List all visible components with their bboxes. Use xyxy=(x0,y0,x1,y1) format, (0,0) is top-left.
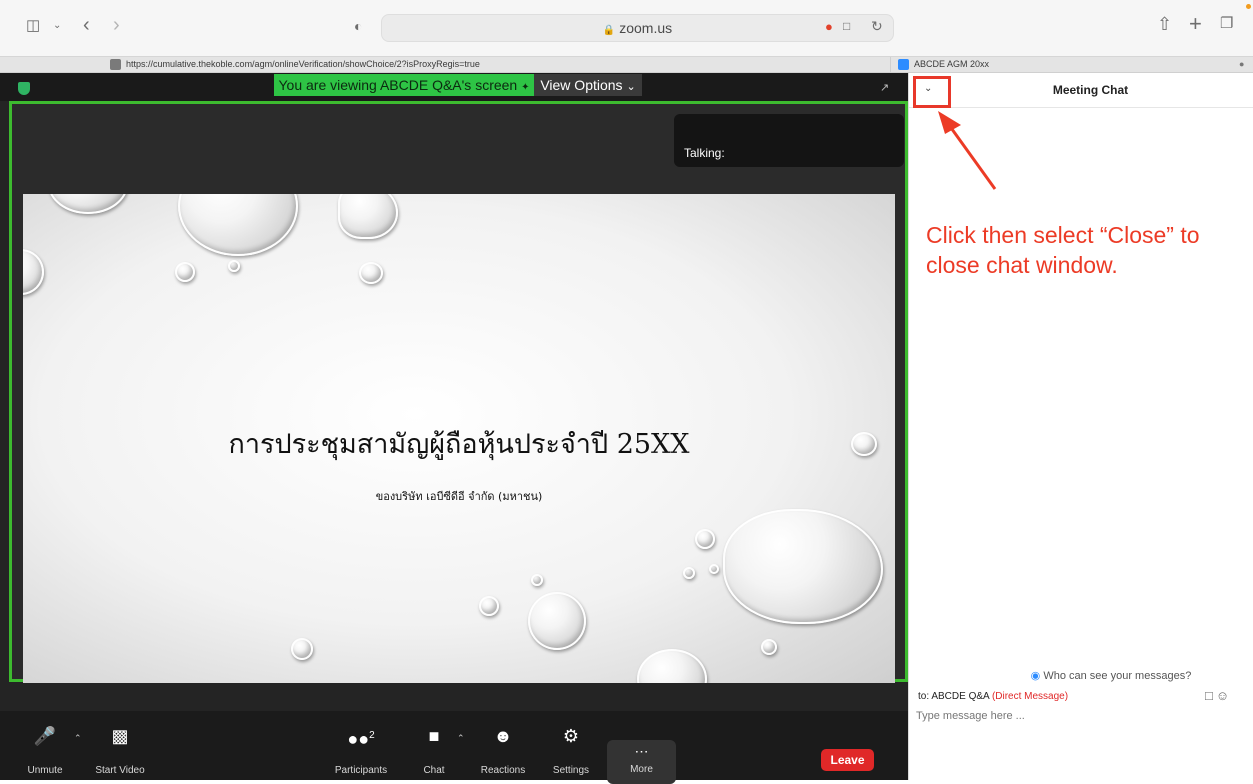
view-options-button[interactable]: View Options ⌄ xyxy=(534,74,642,96)
participants-icon: ●●2 xyxy=(347,729,375,749)
address-bar[interactable]: 🔒 zoom.us ● □ ↻ xyxy=(381,14,894,42)
participants-label: Participants xyxy=(334,765,388,776)
water-drop xyxy=(479,596,499,616)
water-drop xyxy=(528,592,586,650)
forward-icon[interactable]: › xyxy=(113,15,120,35)
share-banner-text: You are viewing ABCDE Q&A's screen xyxy=(278,77,518,93)
water-drop xyxy=(683,567,695,579)
settings-label: Settings xyxy=(552,765,590,776)
who-can-see-text: Who can see your messages? xyxy=(1043,670,1192,682)
water-drop xyxy=(175,262,195,282)
presentation-slide: การประชุมสามัญผู้ถือหุ้นประจำปี 25XX ของ… xyxy=(23,194,895,683)
tab-bar: https://cumulative.thekoble.com/agm/onli… xyxy=(0,56,1253,73)
water-drop xyxy=(291,638,313,660)
water-drop xyxy=(48,194,128,214)
view-options-label: View Options xyxy=(540,77,623,93)
who-can-see-link[interactable]: ◉ Who can see your messages? xyxy=(909,669,1253,682)
talking-label: Talking: xyxy=(684,146,725,160)
expand-icon[interactable]: ↗ xyxy=(880,81,889,94)
address-domain: 🔒 zoom.us xyxy=(382,20,893,36)
water-drop xyxy=(338,194,398,239)
shield-half-icon[interactable]: ◐ xyxy=(354,19,362,33)
pin-icon: ✦ xyxy=(521,82,530,93)
more-button[interactable]: ⋯ More xyxy=(607,740,676,784)
water-drop xyxy=(709,564,719,574)
sidebar-icon[interactable]: ◫ xyxy=(26,18,40,33)
water-drop xyxy=(531,574,543,586)
zoom-favicon xyxy=(898,59,909,70)
chat-options-caret[interactable]: ⌃ xyxy=(457,733,465,744)
audio-options-caret[interactable]: ⌃ xyxy=(74,733,82,744)
unmute-button[interactable]: 🎤 Unmute xyxy=(24,711,66,780)
slide-title: การประชุมสามัญผู้ถือหุ้นประจำปี 25XX xyxy=(228,429,690,460)
browser-toolbar: ◫ ⌄ ‹ › ◐ 🔒 zoom.us ● □ ↻ ⇧ + ❐ xyxy=(0,0,1253,56)
start-video-label: Start Video xyxy=(95,765,145,776)
more-dots-icon: ⋯ xyxy=(634,743,649,759)
participants-button[interactable]: ●●2 Participants xyxy=(330,711,392,780)
tab-left-url: https://cumulative.thekoble.com/agm/onli… xyxy=(126,59,480,69)
water-drop xyxy=(228,260,240,272)
talking-indicator: Talking: xyxy=(674,114,904,167)
water-drop xyxy=(723,509,883,624)
water-drop xyxy=(178,194,298,256)
recording-indicator xyxy=(1246,4,1251,9)
start-video-button[interactable]: ▩ Start Video xyxy=(92,711,148,780)
tab-favicon xyxy=(110,59,121,70)
file-icon[interactable]: □ xyxy=(1205,688,1216,703)
slide-subtitle: ของบริษัท เอบีซีดีอี จำกัด (มหาชน) xyxy=(375,490,543,503)
water-drop xyxy=(359,262,383,284)
tab-left[interactable]: https://cumulative.thekoble.com/agm/onli… xyxy=(0,57,891,73)
tabs-icon[interactable]: ❐ xyxy=(1220,16,1233,31)
reactions-icon: ☻ xyxy=(493,726,513,746)
lock-icon: 🔒 xyxy=(602,25,616,36)
tab-right-title[interactable]: ABCDE AGM 20xx xyxy=(914,59,989,69)
water-drop xyxy=(761,639,777,655)
meeting-top-strip: You are viewing ABCDE Q&A's screen ✦ Vie… xyxy=(0,73,908,101)
gear-icon: ⚙ xyxy=(562,726,580,746)
chat-button[interactable]: ■ Chat xyxy=(416,711,452,780)
reactions-label: Reactions xyxy=(480,765,526,776)
water-drop xyxy=(695,529,715,549)
tab-microphone-icon[interactable]: ● xyxy=(1239,59,1244,69)
participants-count: 2 xyxy=(369,730,375,741)
reload-icon[interactable]: ↻ xyxy=(871,19,883,33)
reactions-button[interactable]: ☻ Reactions xyxy=(478,711,528,780)
address-domain-text: zoom.us xyxy=(619,20,673,36)
shared-screen: Talking: การประชุมสามัญผู้ถือหุ้นประจำปี… xyxy=(9,101,908,683)
chat-label: Chat xyxy=(423,765,445,776)
chevron-down-icon[interactable]: ⌄ xyxy=(53,21,61,31)
share-icon[interactable]: ⇧ xyxy=(1157,15,1172,33)
unmute-label: Unmute xyxy=(27,765,63,776)
emoji-icon[interactable]: ☺ xyxy=(1216,688,1232,703)
plus-icon[interactable]: + xyxy=(1189,13,1202,35)
back-icon[interactable]: ‹ xyxy=(83,15,90,35)
message-input[interactable] xyxy=(916,706,1246,726)
microphone-muted-icon: 🎤 xyxy=(33,726,57,746)
meeting-area: You are viewing ABCDE Q&A's screen ✦ Vie… xyxy=(0,73,908,784)
annotation-instruction: Click then select “Close” to close chat … xyxy=(926,222,1200,278)
leave-button[interactable]: Leave xyxy=(821,749,874,771)
recipient-selector[interactable]: to: ABCDE Q&A (Direct Message) xyxy=(918,691,1068,702)
annotation-arrow xyxy=(938,111,997,190)
water-drop xyxy=(637,649,707,683)
to-label: to: ABCDE Q&A xyxy=(918,691,990,702)
direct-message-tag: (Direct Message) xyxy=(991,691,1069,702)
chat-bubble-icon: ■ xyxy=(428,726,440,746)
security-shield-icon[interactable] xyxy=(18,82,30,95)
user-visibility-icon: ◉ xyxy=(1030,670,1041,682)
translate-icon[interactable]: □ xyxy=(843,20,850,32)
meeting-controls: 🎤 Unmute ⌃ ▩ Start Video ●●2 Participant… xyxy=(0,711,908,780)
settings-button[interactable]: ⚙ Settings xyxy=(548,711,594,780)
chat-panel: ⌄ Meeting Chat Click then select “Close”… xyxy=(908,73,1253,780)
share-banner: You are viewing ABCDE Q&A's screen ✦ xyxy=(274,74,534,96)
microphone-icon[interactable]: ● xyxy=(825,20,833,33)
more-label: More xyxy=(630,764,653,775)
video-off-icon: ▩ xyxy=(111,726,129,746)
chevron-down-icon: ⌄ xyxy=(626,81,636,93)
chat-input-icons: □☺ xyxy=(1205,688,1232,703)
water-drop xyxy=(23,249,44,295)
